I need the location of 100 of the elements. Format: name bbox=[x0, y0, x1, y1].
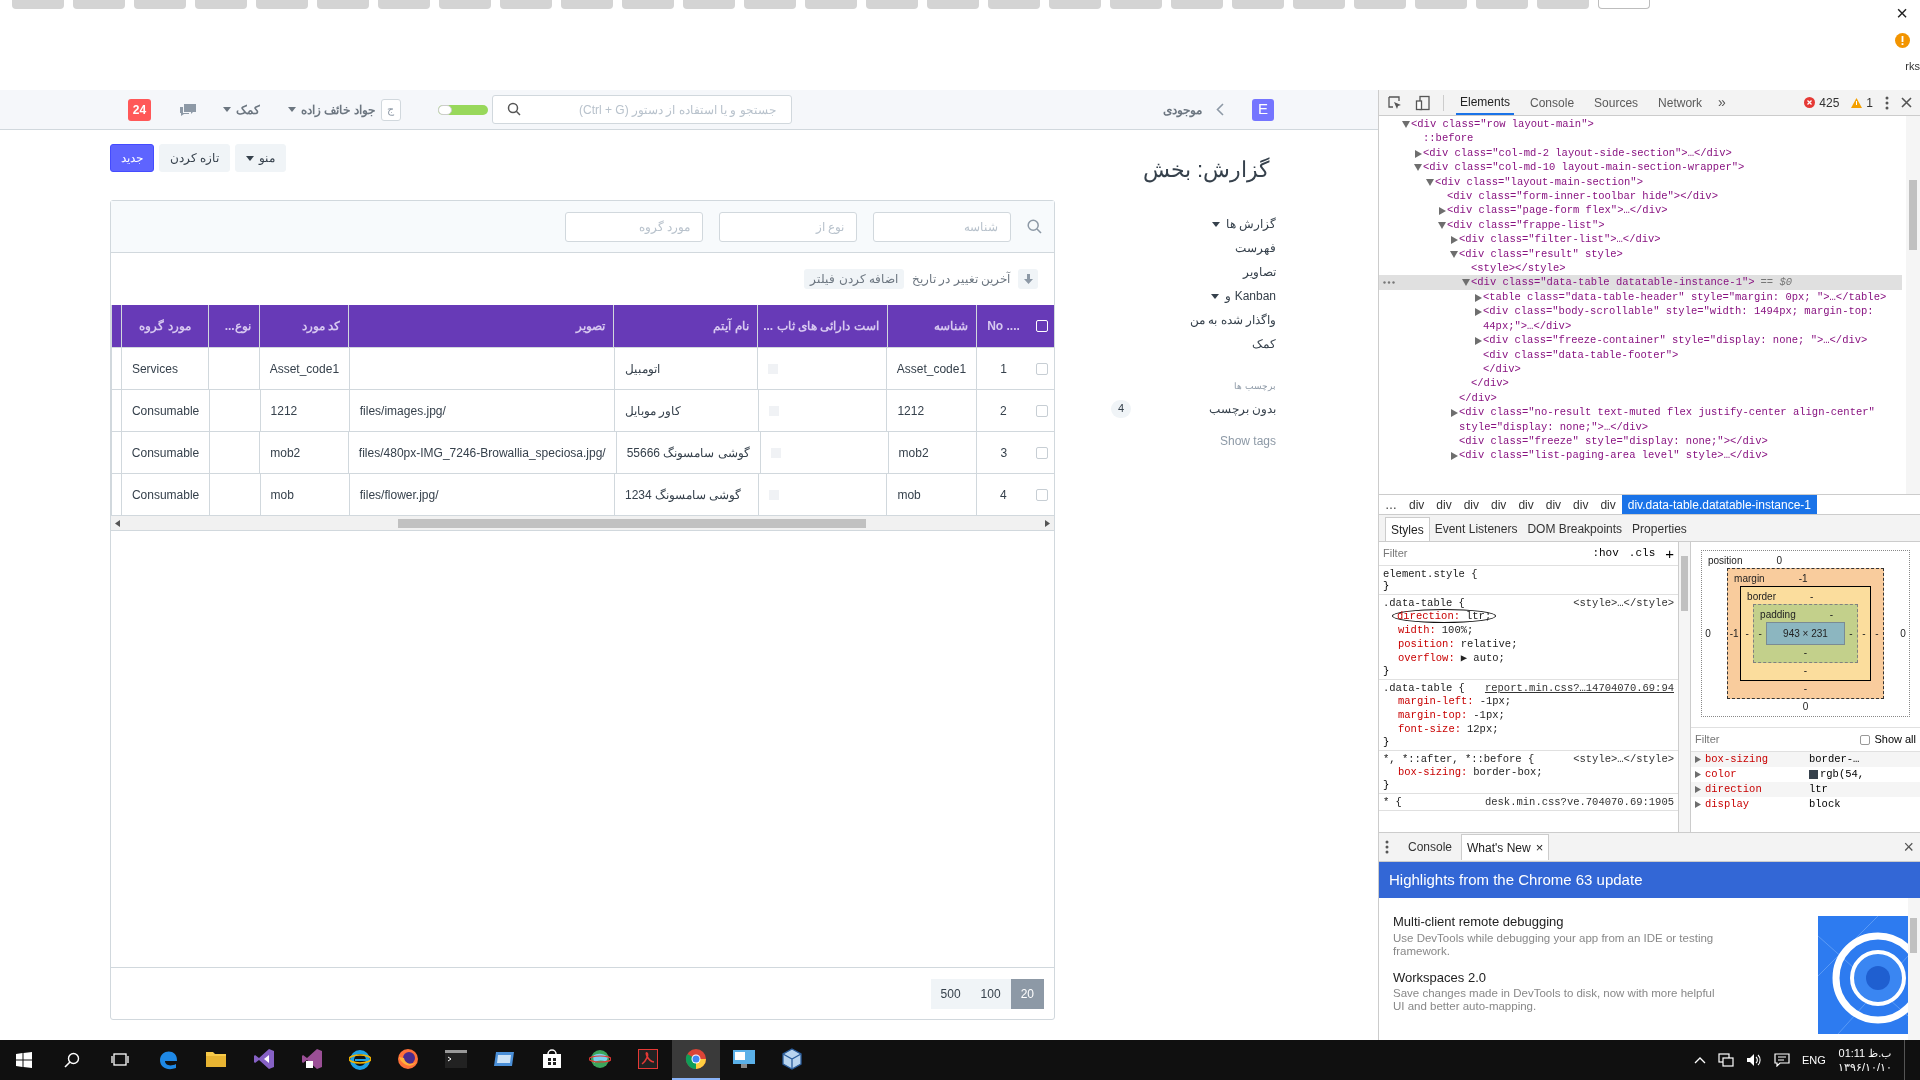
row-checkbox[interactable] bbox=[1036, 446, 1049, 459]
language-indicator[interactable]: ENG bbox=[1802, 1051, 1826, 1069]
sidebar-item[interactable]: تصاویر bbox=[1243, 262, 1276, 282]
triangle-right-icon[interactable] bbox=[1450, 452, 1458, 461]
header-checkbox[interactable] bbox=[1036, 320, 1049, 332]
arrow-right-icon[interactable] bbox=[1044, 519, 1050, 527]
dom-node[interactable]: </div> bbox=[1471, 377, 1509, 390]
vertical-scrollbar[interactable] bbox=[1679, 542, 1691, 832]
page-size-button[interactable]: 500 bbox=[930, 978, 971, 1009]
triangle-down-icon[interactable] bbox=[1438, 221, 1446, 229]
dom-node[interactable]: <div class="no-result text-muted flex justify-center align-center" style="display: none;">…</div> bbox=[1459, 405, 1902, 434]
triangle-down-icon[interactable] bbox=[1414, 164, 1422, 172]
show-all-checkbox[interactable] bbox=[1860, 734, 1871, 745]
triangle-down-icon[interactable] bbox=[1462, 279, 1470, 287]
dom-node[interactable]: <div class="frappe-list"> bbox=[1447, 217, 1605, 233]
triangle-right-icon[interactable] bbox=[1695, 786, 1701, 793]
sidebar-item[interactable]: بدون برچسب bbox=[1208, 399, 1276, 418]
chevron-up-icon[interactable] bbox=[1694, 1056, 1707, 1064]
dom-node[interactable]: <div class="page-form flex">…</div> bbox=[1447, 203, 1668, 218]
sort-order-button[interactable] bbox=[1018, 269, 1038, 289]
add-rule-button[interactable]: + bbox=[1665, 546, 1674, 561]
dom-node[interactable]: ::before bbox=[1423, 131, 1474, 146]
css-source-link[interactable]: <style>…</style> bbox=[1573, 753, 1674, 765]
breadcrumb-item[interactable]: div bbox=[1512, 495, 1540, 514]
add-filter-button[interactable]: اضافه کردن فیلتر bbox=[804, 269, 904, 289]
menu-button[interactable]: منو bbox=[235, 144, 287, 172]
breadcrumb-item[interactable]: div bbox=[1430, 495, 1458, 514]
close-button[interactable]: × bbox=[1903, 838, 1914, 856]
more-tabs-button[interactable]: » bbox=[1718, 92, 1726, 113]
help-menu[interactable]: کمک bbox=[223, 100, 260, 119]
clock-date[interactable]: ۱۳۹۶/۱۰/۱۰ bbox=[1837, 1060, 1892, 1074]
dom-node[interactable]: <div class="col-md-2 layout-side-section">…</div> bbox=[1423, 145, 1732, 161]
chat-icon[interactable] bbox=[179, 102, 197, 117]
close-icon[interactable] bbox=[1901, 97, 1912, 108]
search-icon[interactable] bbox=[64, 1052, 80, 1068]
subpanel-tab[interactable]: DOM Breakpoints bbox=[1522, 517, 1628, 541]
breadcrumb-item[interactable]: div bbox=[1594, 495, 1622, 514]
dom-node[interactable]: <div class="freeze-container" style="display: none; ">…</div> bbox=[1483, 333, 1868, 348]
triangle-down-icon[interactable] bbox=[1426, 178, 1434, 186]
horizontal-scrollbar[interactable] bbox=[111, 515, 1054, 530]
css-source-link[interactable]: <style>…</style> bbox=[1573, 597, 1674, 609]
more-dots-icon[interactable] bbox=[1383, 281, 1395, 285]
sidebar-item[interactable]: گزارش ها bbox=[1211, 214, 1276, 234]
triangle-right-icon[interactable] bbox=[1474, 337, 1482, 346]
dom-node[interactable]: <table class="data-table-header" style="margin: 0px; ">…</table> bbox=[1483, 289, 1887, 305]
vertical-scrollbar[interactable] bbox=[1908, 898, 1920, 1040]
page-size-button[interactable]: 100 bbox=[970, 978, 1011, 1009]
sidebar-item[interactable]: کمک bbox=[1252, 334, 1276, 354]
dom-node[interactable]: <div class="col-md-10 layout-main-section-wrapper"> bbox=[1423, 160, 1745, 175]
triangle-right-icon[interactable] bbox=[1414, 149, 1422, 158]
triangle-down-icon[interactable] bbox=[1450, 250, 1458, 258]
breadcrumb-item[interactable]: div bbox=[1539, 495, 1568, 514]
breadcrumb-item[interactable]: div bbox=[1457, 495, 1486, 514]
sort-selector[interactable]: آخرین تغییر در تاریخ bbox=[912, 270, 1010, 288]
devtools-tab[interactable]: Console bbox=[1526, 90, 1579, 115]
dom-node[interactable]: <div class="data-table-footer"> bbox=[1483, 347, 1679, 362]
clock-time[interactable]: 01:11 ب.ظ bbox=[1838, 1046, 1892, 1060]
dom-node[interactable]: <div class="filter-list">…</div> bbox=[1459, 232, 1661, 247]
network-icon[interactable] bbox=[1718, 1053, 1735, 1067]
volume-icon[interactable] bbox=[1746, 1053, 1763, 1067]
task-view-icon[interactable] bbox=[111, 1052, 129, 1068]
triangle-right-icon[interactable] bbox=[1450, 409, 1458, 418]
dom-node[interactable]: <div class="data-table datatable-instance-1"> bbox=[1471, 275, 1755, 290]
row-checkbox[interactable] bbox=[1036, 404, 1049, 417]
dom-node[interactable]: <style></style> bbox=[1471, 261, 1566, 276]
subpanel-tab[interactable]: Styles bbox=[1385, 517, 1430, 541]
filter-field[interactable]: شناسه bbox=[873, 211, 1011, 242]
filter-field[interactable]: مورد گروه bbox=[565, 211, 703, 242]
dom-node[interactable]: </div> bbox=[1459, 391, 1497, 404]
dom-node[interactable]: <div class="freeze" style="display: none;"></div> bbox=[1459, 433, 1768, 449]
triangle-right-icon[interactable] bbox=[1474, 308, 1482, 317]
taskbar-app[interactable] bbox=[672, 1040, 720, 1080]
subpanel-tab[interactable]: Properties bbox=[1627, 517, 1692, 541]
breadcrumb-link[interactable]: موجودی bbox=[1163, 100, 1202, 119]
arrow-left-icon[interactable] bbox=[115, 519, 121, 527]
windows-start-icon[interactable] bbox=[16, 1052, 32, 1068]
styles-filter-field[interactable]: Filter bbox=[1383, 545, 1583, 562]
breadcrumb-item[interactable]: div.data-table.datatable-instance-1 bbox=[1621, 495, 1817, 514]
row-checkbox[interactable] bbox=[1036, 362, 1049, 375]
breadcrumb-item[interactable]: … bbox=[1379, 495, 1403, 514]
dom-node[interactable]: <div class="form-inner-toolbar hide"></div> bbox=[1447, 189, 1718, 204]
devtools-tab[interactable]: Network bbox=[1654, 90, 1707, 115]
sidebar-item[interactable]: فهرست bbox=[1235, 238, 1276, 258]
triangle-right-icon[interactable] bbox=[1450, 236, 1458, 245]
dom-node[interactable]: <div class="row layout-main"> bbox=[1411, 117, 1594, 132]
kebab-menu-icon[interactable] bbox=[1885, 95, 1889, 110]
hover-state-button[interactable]: :hov bbox=[1592, 545, 1619, 562]
class-button[interactable]: .cls bbox=[1628, 545, 1656, 562]
css-source-link[interactable]: report.min.css?…14704070.69:94 bbox=[1484, 682, 1674, 694]
filter-field[interactable]: نوع از bbox=[719, 211, 857, 242]
devtools-tab[interactable]: Sources bbox=[1590, 90, 1643, 115]
inspect-icon[interactable] bbox=[1387, 94, 1403, 111]
device-icon[interactable] bbox=[1415, 94, 1431, 111]
triangle-right-icon[interactable] bbox=[1695, 756, 1701, 763]
toggle-switch[interactable] bbox=[437, 104, 488, 115]
computed-filter-field[interactable]: Filter bbox=[1695, 731, 1857, 748]
message-icon[interactable] bbox=[1774, 1053, 1791, 1067]
triangle-right-icon[interactable] bbox=[1474, 293, 1482, 302]
app-logo[interactable]: E bbox=[1252, 98, 1274, 121]
breadcrumb-item[interactable]: div bbox=[1567, 495, 1595, 514]
